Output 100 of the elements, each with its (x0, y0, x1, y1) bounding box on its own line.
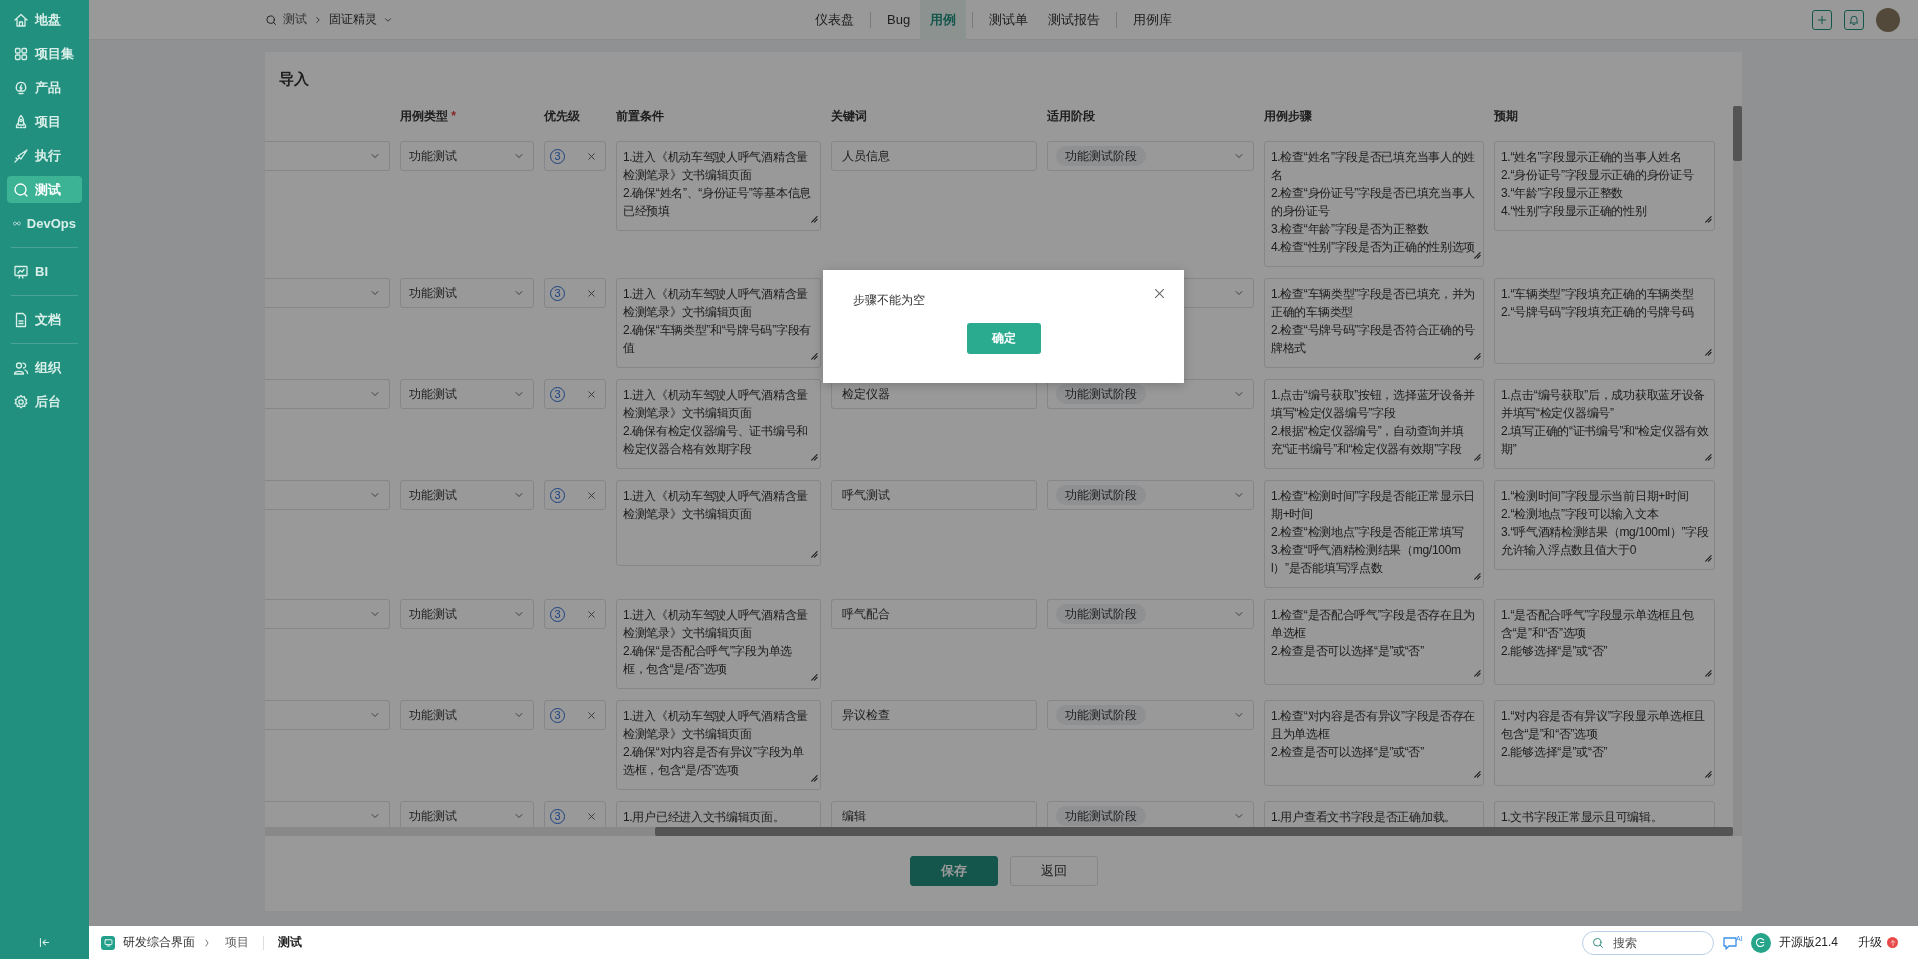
keyword-field[interactable]: 编辑 (831, 801, 1037, 827)
sidebar-item[interactable]: 产品 (7, 74, 82, 101)
precondition-field[interactable]: 1.进入《机动车驾驶人呼气酒精含量检测笔录》文书编辑页面 2.确保有检定仪器编号、证书编号和检定仪器合格有效期字段 (616, 379, 821, 469)
resize-grip-icon (1703, 668, 1712, 677)
precondition-field[interactable]: 1.进入《机动车驾驶人呼气酒精含量检测笔录》文书编辑页面 2.确保“姓名”、“身份证号”等基本信息已经预填 (616, 141, 821, 231)
scrollbar[interactable] (1733, 106, 1742, 836)
precondition-field[interactable]: 1.进入《机动车驾驶人呼气酒精含量检测笔录》文书编辑页面 2.确保“车辆类型”和“号牌号码”字段有值 (616, 278, 821, 368)
sidebar-item[interactable]: 地盘 (7, 6, 82, 33)
sidebar-item[interactable]: DevOps (7, 210, 82, 237)
nav-tab[interactable]: 用例库 (1123, 0, 1183, 40)
stage-select[interactable]: 功能测试阶段 (1047, 480, 1254, 510)
select-field[interactable] (265, 141, 390, 171)
stage-select[interactable]: 功能测试阶段 (1047, 700, 1254, 730)
add-button[interactable] (1812, 9, 1832, 30)
expected-field[interactable]: 1.文书字段正常显示且可编辑。 (1494, 801, 1715, 827)
select-field[interactable] (265, 480, 390, 510)
priority-select[interactable]: 3 (544, 480, 606, 510)
resize-grip-icon (809, 351, 818, 360)
sidebar-item[interactable]: 文档 (7, 306, 82, 333)
presentation-icon (13, 263, 29, 280)
project-switcher[interactable]: 固证精灵 (329, 11, 377, 28)
notification-button[interactable] (1844, 9, 1864, 30)
keyword-field[interactable]: 人员信息 (831, 141, 1037, 171)
priority-select[interactable]: 3 (544, 700, 606, 730)
keyword-field[interactable]: 异议检查 (831, 700, 1037, 730)
select-field[interactable] (265, 379, 390, 409)
clear-icon (586, 150, 597, 162)
stage-select[interactable]: 功能测试阶段 (1047, 379, 1254, 409)
expected-field[interactable]: 1.点击“编号获取”后，成功获取蓝牙设备并填写“检定仪器编号” 2.填写正确的“证书编号”和“检定仪器有效期” (1494, 379, 1715, 469)
type-select[interactable]: 功能测试 (400, 480, 534, 510)
type-select[interactable]: 功能测试 (400, 379, 534, 409)
priority-select[interactable]: 3 (544, 599, 606, 629)
nav-tab[interactable]: 测试报告 (1038, 0, 1111, 40)
scrollbar-thumb[interactable] (1733, 106, 1742, 161)
steps-field[interactable]: 1.检查“是否配合呼气”字段是否存在且为单选框 2.检查是否可以选择“是”或“否” (1264, 599, 1484, 685)
steps-field[interactable]: 1.检查“对内容是否有异议”字段是否存在且为单选框 2.检查是否可以选择“是”或“否” (1264, 700, 1484, 786)
select-field[interactable] (265, 700, 390, 730)
gear-icon (13, 393, 29, 410)
breadcrumb-tab[interactable]: 测试 (272, 934, 308, 951)
document-icon (13, 311, 29, 328)
expected-field[interactable]: 1.“检测时间”字段显示当前日期+时间 2.“检测地点”字段可以输入文本 3.“呼气酒精检测结果（mg/100ml）”字段允许输入浮点数且值大于0 (1494, 480, 1715, 570)
select-field[interactable] (265, 801, 390, 827)
steps-field[interactable]: 1.检查“车辆类型”字段是否已填充，并为正确的车辆类型 2.检查“号牌号码”字段是否符合正确的号牌格式 (1264, 278, 1484, 368)
app-name[interactable]: 研发综合界面 (123, 934, 195, 951)
sidebar-item[interactable]: BI (7, 258, 82, 285)
type-select[interactable]: 功能测试 (400, 801, 534, 827)
type-select[interactable]: 功能测试 (400, 700, 534, 730)
nav-tab[interactable]: Bug (877, 0, 921, 40)
expected-field[interactable]: 1.“车辆类型”字段填充正确的车辆类型 2.“号牌号码”字段填充正确的号牌号码 (1494, 278, 1715, 364)
back-button[interactable]: 返回 (1009, 856, 1098, 886)
keyword-field[interactable]: 呼气测试 (831, 480, 1037, 510)
select-field[interactable] (265, 599, 390, 629)
stage-select[interactable]: 功能测试阶段 (1047, 801, 1254, 827)
arrow-up-icon (1888, 938, 1897, 947)
scrollbar[interactable] (265, 827, 1733, 836)
edition-label: 开源版21.4 (1778, 934, 1838, 951)
breadcrumb-tab[interactable]: 项目 (219, 934, 255, 951)
search-field[interactable]: 搜索 (1582, 930, 1714, 955)
steps-field[interactable]: 1.点击“编号获取”按钮，选择蓝牙设备并填写“检定仪器编号”字段 2.根据“检定仪器编号”，自动查询并填充“证书编号”和“检定仪器有效期”字段 (1264, 379, 1484, 469)
steps-field[interactable]: 1.用户查看文书字段是否正确加载。 (1264, 801, 1484, 827)
select-field[interactable] (265, 278, 390, 308)
keyword-field[interactable]: 呼气配合 (831, 599, 1037, 629)
nav-tab[interactable]: 仪表盘 (805, 0, 864, 40)
sidebar-item[interactable]: 执行 (7, 142, 82, 169)
precondition-field[interactable]: 1.进入《机动车驾驶人呼气酒精含量检测笔录》文书编辑页面 2.确保“是否配合呼气”字段为单选框，包含“是/否”选项 (616, 599, 821, 689)
precondition-field[interactable]: 1.用户已经进入文书编辑页面。 (616, 801, 821, 827)
steps-field[interactable]: 1.检查“检测时间”字段是否能正常显示日期+时间 2.检查“检测地点”字段是否能正常填写 3.检查“呼气酒精检测结果（mg/100ml）”是否能填写浮点数 (1264, 480, 1484, 588)
avatar[interactable] (1876, 7, 1900, 32)
type-select[interactable]: 功能测试 (400, 141, 534, 171)
sidebar-item[interactable]: 组织 (7, 354, 82, 381)
precondition-field[interactable]: 1.进入《机动车驾驶人呼气酒精含量检测笔录》文书编辑页面 (616, 480, 821, 566)
sidebar-item[interactable]: 项目集 (7, 40, 82, 67)
precondition-field[interactable]: 1.进入《机动车驾驶人呼气酒精含量检测笔录》文书编辑页面 2.确保“对内容是否有异议”字段为单选框，包含“是/否”选项 (616, 700, 821, 790)
scrollbar-thumb[interactable] (655, 827, 1733, 836)
sidebar-item[interactable]: 项目 (7, 108, 82, 135)
search-icon (13, 181, 29, 198)
nav-tab[interactable]: 测试单 (979, 0, 1039, 40)
expected-field[interactable]: 1.“姓名”字段显示正确的当事人姓名 2.“身份证号”字段显示正确的身份证号 3.“年龄”字段显示正整数 4.“性别”字段显示正确的性别 (1494, 141, 1715, 231)
resize-grip-icon (1703, 769, 1712, 778)
expected-field[interactable]: 1.“对内容是否有异议”字段显示单选框且包含“是”和“否”选项 2.能够选择“是”或“否” (1494, 700, 1715, 786)
expected-field[interactable]: 1.“是否配合呼气”字段显示单选框且包含“是”和“否”选项 2.能够选择“是”或“否” (1494, 599, 1715, 685)
pin-arrow-icon (13, 147, 29, 164)
priority-select[interactable]: 3 (544, 141, 606, 171)
upgrade-link[interactable]: 升级 (1858, 934, 1898, 951)
dialog-message: 步骤不能为空 (853, 292, 926, 309)
close-button[interactable] (1153, 287, 1166, 300)
priority-select[interactable]: 3 (544, 278, 606, 308)
resize-grip-icon (1703, 347, 1712, 356)
clear-icon (586, 709, 597, 721)
sidebar-item[interactable]: 后台 (7, 388, 82, 415)
type-select[interactable]: 功能测试 (400, 278, 534, 308)
clear-icon (586, 489, 597, 501)
stage-select[interactable]: 功能测试阶段 (1047, 599, 1254, 629)
type-select[interactable]: 功能测试 (400, 599, 534, 629)
breadcrumb-link[interactable]: 测试 (283, 11, 307, 28)
stage-select[interactable]: 功能测试阶段 (1047, 141, 1254, 171)
priority-select[interactable]: 3 (544, 379, 606, 409)
priority-select[interactable]: 3 (544, 801, 606, 827)
steps-field[interactable]: 1.检查“姓名”字段是否已填充当事人的姓名 2.检查“身份证号”字段是否已填充当事人的身份证号 3.检查“年龄”字段是否为正整数 4.检查“性别”字段是否为正确的性别选项 (1264, 141, 1484, 267)
panel-title: 导入 (278, 69, 310, 89)
